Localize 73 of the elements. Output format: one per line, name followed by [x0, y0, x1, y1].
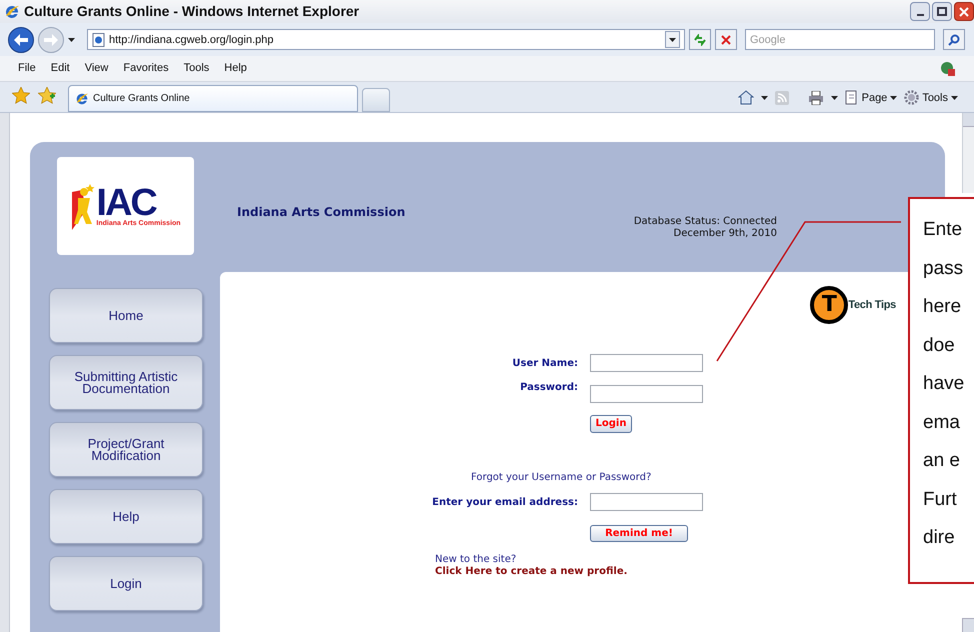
refresh-button[interactable] — [689, 29, 711, 50]
page-icon — [844, 90, 859, 106]
callout-text: have — [923, 372, 964, 396]
refresh-icon — [693, 34, 707, 46]
tech-tips-link[interactable]: Tech Tips — [848, 296, 896, 314]
nav-button[interactable]: Login — [49, 556, 203, 612]
menu-item[interactable]: View — [84, 60, 108, 77]
minimize-button[interactable] — [910, 2, 930, 22]
favorites-star-icon[interactable] — [12, 87, 30, 104]
print-icon[interactable] — [808, 90, 824, 105]
input-field[interactable] — [590, 385, 703, 404]
window-title: Culture Grants Online - Windows Internet Explorer — [24, 2, 360, 22]
nav-button[interactable]: Submitting Artistic Documentation — [49, 355, 203, 410]
status-text: December 9th, 2010 — [674, 228, 777, 240]
gear-icon — [904, 90, 920, 106]
callout-text: Ente — [923, 218, 962, 242]
callout-text: here — [923, 295, 962, 319]
dancing-figure-icon — [70, 182, 96, 230]
search-button[interactable] — [943, 29, 965, 50]
new-user-text: New to the site? — [435, 554, 516, 566]
callout-text: an e — [923, 449, 960, 473]
url-text: http://indiana.cgweb.org/login.php — [109, 32, 275, 48]
dropdown-arrow-icon[interactable] — [830, 96, 838, 100]
create-profile-link[interactable]: Click Here to create a new profile. — [435, 566, 628, 578]
menu-item[interactable]: File — [18, 60, 36, 77]
close-button[interactable] — [954, 2, 974, 22]
page-icon — [92, 32, 105, 47]
browser-tab[interactable]: Culture Grants Online — [68, 85, 358, 112]
field-label: Password: — [519, 381, 578, 396]
browser-icon — [4, 4, 20, 20]
address-dropdown[interactable] — [665, 31, 680, 48]
dropdown-arrow-icon[interactable] — [669, 38, 676, 42]
add-favorite-icon[interactable] — [38, 87, 56, 104]
callout-text: Furt — [923, 488, 957, 512]
back-button[interactable] — [8, 26, 34, 53]
forward-arrow-icon — [44, 34, 58, 46]
field-label: User Name: — [511, 356, 578, 371]
nav-button[interactable]: Help — [49, 489, 203, 544]
back-arrow-icon — [14, 34, 28, 46]
menu-item[interactable]: Tools — [184, 60, 210, 77]
menu-item[interactable]: Help — [224, 60, 247, 77]
search-field[interactable]: Google — [745, 29, 935, 50]
browser-icon — [75, 92, 89, 106]
dropdown-arrow-icon[interactable] — [760, 96, 768, 100]
dropdown-arrow-icon[interactable] — [890, 96, 898, 100]
forgot-link[interactable]: Forgot your Username or Password? — [471, 470, 652, 486]
status-text: Database Status: Connected — [634, 216, 777, 228]
logo-mark: IAC — [96, 186, 156, 220]
maximize-button[interactable] — [932, 2, 952, 22]
round-badge-icon[interactable]: T — [810, 286, 848, 324]
nav-button[interactable]: Home — [49, 288, 203, 344]
callout-text: doe — [923, 334, 955, 358]
search-icon — [948, 34, 960, 46]
stop-button[interactable] — [715, 29, 737, 50]
email-field[interactable] — [590, 493, 703, 512]
close-icon — [959, 6, 969, 17]
dropdown-arrow-icon[interactable] — [951, 96, 958, 100]
home-icon[interactable] — [738, 90, 754, 106]
field-label: Enter your email address: — [431, 496, 578, 510]
address-field[interactable]: http://indiana.cgweb.org/login.php — [87, 29, 685, 50]
dropdown-arrow-icon[interactable] — [68, 38, 75, 42]
menu-item[interactable]: Favorites — [123, 60, 169, 77]
callout-text: pass — [923, 256, 964, 280]
nav-button[interactable]: Project/Grant Modification — [49, 422, 203, 478]
scrollbar[interactable] — [962, 113, 974, 194]
callout-text: dire — [923, 526, 955, 550]
command-menu-button[interactable]: Page — [844, 90, 898, 106]
menu-item[interactable]: Edit — [50, 60, 70, 77]
input-field[interactable] — [590, 354, 703, 372]
callout-text: ema — [923, 410, 960, 434]
organization-title: Indiana Arts Commission — [237, 204, 406, 222]
stop-icon — [721, 34, 731, 45]
command-menu-button[interactable]: Tools — [904, 90, 958, 106]
